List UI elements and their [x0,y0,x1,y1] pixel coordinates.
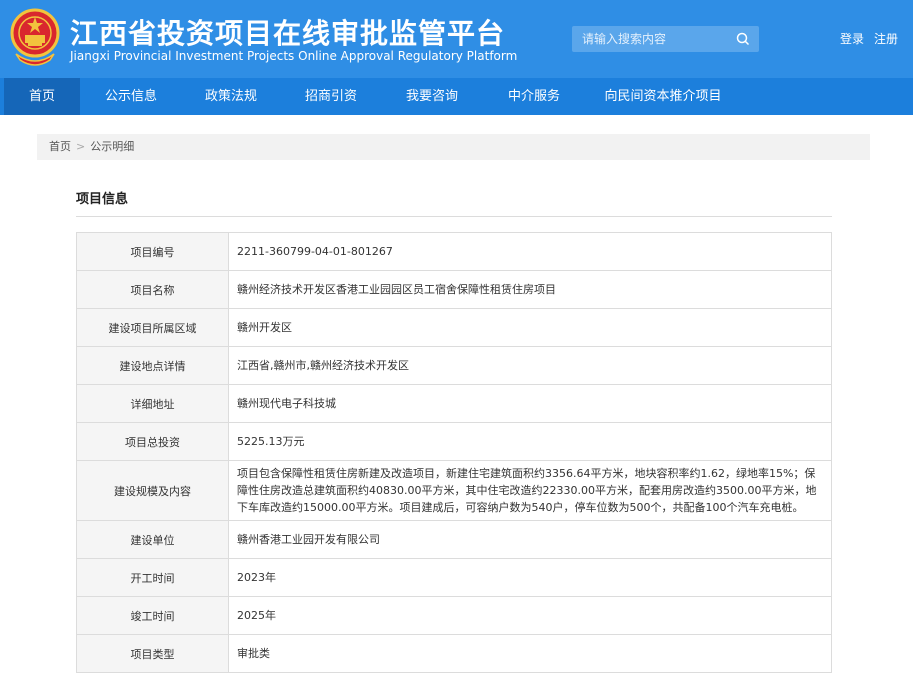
table-row: 建设地点详情 江西省,赣州市,赣州经济技术开发区 [76,346,832,385]
national-emblem-icon [10,8,60,66]
section-title: 项目信息 [76,192,129,207]
section-divider [76,216,832,217]
site-header: 江西省投资项目在线审批监管平台 Jiangxi Provincial Inves… [0,0,913,78]
search-input[interactable] [572,26,727,52]
search-icon[interactable] [735,31,751,47]
nav-item-investment[interactable]: 招商引资 [292,78,370,115]
table-row: 项目类型 审批类 [76,634,832,673]
row-label: 项目名称 [76,270,229,309]
table-row: 建设项目所属区域 赣州开发区 [76,308,832,347]
row-value: 5225.13万元 [228,422,832,461]
site-subtitle: Jiangxi Provincial Investment Projects O… [70,49,518,63]
register-link[interactable]: 注册 [874,32,898,46]
row-label: 项目类型 [76,634,229,673]
table-row: 建设规模及内容 项目包含保障性租赁住房新建及改造项目，新建住宅建筑面积约3356… [76,460,832,521]
row-value: 2211-360799-04-01-801267 [228,232,832,271]
row-value: 项目包含保障性租赁住房新建及改造项目，新建住宅建筑面积约3356.64平方米，地… [228,460,832,521]
row-value: 2023年 [228,558,832,597]
breadcrumb-current: 公示明细 [90,140,135,153]
nav-item-policy[interactable]: 政策法规 [192,78,270,115]
auth-links: 登录 注册 [840,30,908,47]
table-row: 详细地址 赣州现代电子科技城 [76,384,832,423]
row-value: 赣州开发区 [228,308,832,347]
project-info-table: 项目编号 2211-360799-04-01-801267 项目名称 赣州经济技… [76,232,832,673]
site-title: 江西省投资项目在线审批监管平台 [70,17,506,50]
row-value: 赣州现代电子科技城 [228,384,832,423]
table-row: 项目名称 赣州经济技术开发区香港工业园园区员工宿舍保障性租赁住房项目 [76,270,832,309]
row-value: 赣州香港工业园开发有限公司 [228,520,832,559]
row-value: 审批类 [228,634,832,673]
row-value: 赣州经济技术开发区香港工业园园区员工宿舍保障性租赁住房项目 [228,270,832,309]
table-row: 项目编号 2211-360799-04-01-801267 [76,232,832,271]
nav-item-consult[interactable]: 我要咨询 [392,78,472,115]
breadcrumb: 首页 > 公示明细 [37,134,870,160]
row-label: 竣工时间 [76,596,229,635]
nav-item-private-capital[interactable]: 向民间资本推介项目 [596,78,730,115]
search-box [572,26,759,52]
nav-item-agency[interactable]: 中介服务 [494,78,574,115]
table-row: 建设单位 赣州香港工业园开发有限公司 [76,520,832,559]
table-row: 开工时间 2023年 [76,558,832,597]
login-link[interactable]: 登录 [840,32,864,46]
nav-item-public-info[interactable]: 公示信息 [92,78,170,115]
row-label: 详细地址 [76,384,229,423]
main-nav: 首页 公示信息 政策法规 招商引资 我要咨询 中介服务 向民间资本推介项目 [0,78,913,115]
table-row: 竣工时间 2025年 [76,596,832,635]
row-label: 建设单位 [76,520,229,559]
row-label: 建设规模及内容 [76,460,229,521]
row-label: 项目总投资 [76,422,229,461]
row-value: 2025年 [228,596,832,635]
nav-item-home[interactable]: 首页 [4,78,80,115]
row-value: 江西省,赣州市,赣州经济技术开发区 [228,346,832,385]
row-label: 建设地点详情 [76,346,229,385]
row-label: 开工时间 [76,558,229,597]
row-label: 建设项目所属区域 [76,308,229,347]
row-label: 项目编号 [76,232,229,271]
table-row: 项目总投资 5225.13万元 [76,422,832,461]
breadcrumb-home[interactable]: 首页 [49,140,71,153]
breadcrumb-separator: > [76,140,86,153]
